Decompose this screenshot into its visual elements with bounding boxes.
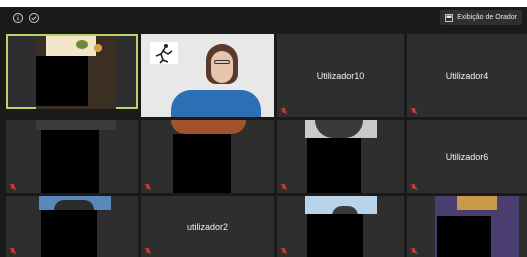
video-feed <box>171 120 246 134</box>
participant-name: Utilizador4 <box>445 70 489 81</box>
redacted-face <box>173 134 231 193</box>
runner-logo-icon <box>155 44 173 64</box>
participant-tile-9[interactable] <box>6 196 138 257</box>
video-feed <box>36 120 116 130</box>
mic-muted-icon <box>410 247 418 255</box>
participant-tile-7[interactable] <box>277 120 404 193</box>
redacted-face <box>307 138 361 193</box>
participant-tile-12[interactable] <box>407 196 527 257</box>
participant-tile-2[interactable] <box>141 34 274 117</box>
shield-check-icon[interactable] <box>28 12 40 24</box>
logo <box>150 42 178 64</box>
redacted-face <box>307 214 363 257</box>
participant-name: utilizador2 <box>186 221 229 232</box>
mic-muted-icon <box>9 183 17 191</box>
mic-muted-icon <box>280 183 288 191</box>
video-feed-light <box>457 196 497 210</box>
mic-muted-icon <box>280 107 288 115</box>
mic-muted-icon <box>410 107 418 115</box>
mic-muted-icon <box>9 247 17 255</box>
participant-tile-5[interactable] <box>6 120 138 193</box>
mic-muted-icon <box>280 247 288 255</box>
grid-view-icon <box>445 13 453 22</box>
participant-tile-11[interactable] <box>277 196 404 257</box>
redacted-face <box>41 210 97 257</box>
person-shirt <box>171 90 261 117</box>
participant-tile-utilizador2[interactable]: utilizador2 <box>141 196 274 257</box>
participant-name: Utilizador10 <box>316 70 365 81</box>
redacted-face <box>36 56 88 106</box>
plant <box>76 40 88 49</box>
participant-tile-utilizador6[interactable]: Utilizador6 <box>407 120 527 193</box>
participant-grid: Utilizador10 Utilizador4 Utilizador6 uti… <box>0 33 527 257</box>
participant-name: Utilizador6 <box>445 151 489 162</box>
mic-muted-icon <box>144 247 152 255</box>
top-bar: Exibição de Orador <box>0 7 527 29</box>
redacted-face <box>41 130 99 193</box>
mic-muted-icon <box>410 183 418 191</box>
person-face <box>211 51 233 83</box>
video-feed-background <box>46 36 96 56</box>
participant-tile-utilizador10[interactable]: Utilizador10 <box>277 34 404 117</box>
participant-tile-utilizador4[interactable]: Utilizador4 <box>407 34 527 117</box>
info-icon[interactable] <box>12 12 24 24</box>
glasses <box>214 60 230 64</box>
meeting-window: Exibição de Orador Utilizador10 Utilizad… <box>0 7 527 257</box>
speaker-view-button[interactable]: Exibição de Orador <box>440 10 522 25</box>
participant-tile-6[interactable] <box>141 120 274 193</box>
redacted-face <box>437 216 491 257</box>
participant-tile-1[interactable] <box>6 34 138 109</box>
mic-muted-icon <box>144 183 152 191</box>
speaker-view-label: Exibição de Orador <box>457 14 517 21</box>
heart-decoration <box>94 44 102 52</box>
